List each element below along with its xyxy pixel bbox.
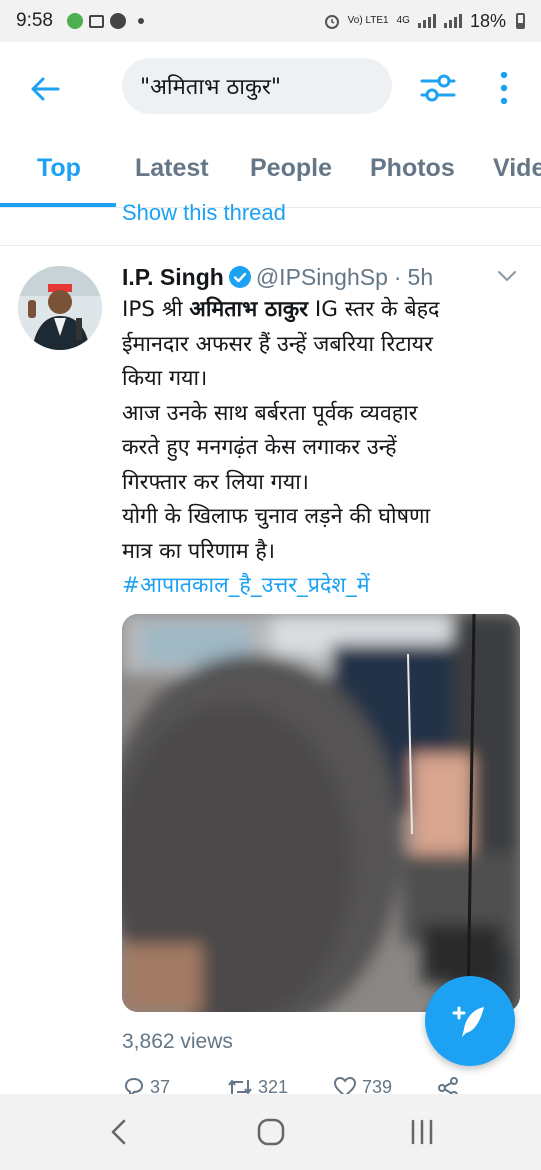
- tweet-line: किया गया।: [122, 366, 208, 391]
- tweet-line: मात्र का परिणाम है।: [122, 538, 275, 564]
- nav-home-icon[interactable]: [251, 1116, 291, 1148]
- notification-dot-icon: [137, 18, 144, 24]
- tweet-video[interactable]: [122, 614, 520, 1012]
- tweet-text-segment: IG स्तर के बेहद: [308, 297, 440, 322]
- tweet-divider: [0, 224, 541, 246]
- tweet-line: योगी के खिलाफ चुनाव लड़ने की घोषणा: [122, 504, 431, 529]
- tweet-line: गिरफ्तार कर लिया गया।: [122, 469, 309, 495]
- tweet-text-segment: IPS श्री: [122, 297, 190, 322]
- more-vertical-icon[interactable]: [494, 68, 514, 108]
- avatar-image: [18, 266, 102, 350]
- compose-feather-icon: [452, 1006, 484, 1037]
- avatar[interactable]: [18, 266, 102, 350]
- alarm-icon: [324, 15, 339, 29]
- tweet-highlight: अमिताभ ठाकुर: [189, 297, 309, 322]
- video-frame: [122, 614, 520, 1012]
- gallery-icon: [88, 14, 104, 28]
- show-thread-link[interactable]: Show this thread: [122, 196, 286, 224]
- filter-icon[interactable]: [418, 68, 458, 108]
- compose-tweet-button[interactable]: [425, 976, 515, 1066]
- tweet-line: करते हुए मनगढ़ंत केस लगाकर उन्हें: [122, 435, 397, 460]
- battery-level: 18%: [469, 10, 506, 31]
- tweet-line: आज उनके साथ बर्बरता पूर्वक व्यवहार: [122, 400, 418, 426]
- verified-badge-icon: [228, 266, 251, 288]
- status-indicators: Vo) LTE1 4G 18%: [324, 11, 525, 32]
- separator-dot: ·: [393, 263, 402, 290]
- tab-latest[interactable]: Latest: [135, 154, 209, 183]
- search-query: "अमिताभ ठाकुर": [140, 75, 281, 100]
- author-name[interactable]: I.P. Singh: [122, 264, 224, 291]
- battery-icon: [516, 13, 525, 29]
- tab-photos[interactable]: Photos: [370, 154, 455, 183]
- search-header: "अमिताभ ठाकुर": [0, 42, 541, 134]
- network-type: 4G: [396, 15, 410, 26]
- messenger-icon: [109, 13, 126, 29]
- show-thread-label: Show this thread: [122, 200, 286, 224]
- chevron-down-icon[interactable]: [496, 268, 518, 284]
- tab-people[interactable]: People: [250, 154, 332, 183]
- network-label: Vo) LTE1: [347, 15, 389, 26]
- back-arrow-icon[interactable]: [28, 72, 62, 106]
- status-bar: 9:58 Vo) LTE1 4G 18%: [0, 0, 541, 42]
- nav-back-icon[interactable]: [100, 1116, 140, 1148]
- tweet-line: ईमानदार अफसर हैं उन्हें जबरिया रिटायर: [122, 331, 433, 357]
- nav-recents-icon[interactable]: [402, 1116, 442, 1148]
- tweet-line: IPS श्री अमिताभ ठाकुर IG स्तर के बेहद: [122, 293, 512, 328]
- tab-videos[interactable]: Vide: [493, 154, 541, 183]
- tweet-header: I.P. Singh @IPSinghSp · 5h: [122, 262, 433, 292]
- hashtag-link[interactable]: #आपातकाल_है_उत्तर_प्रदेश_में: [122, 569, 512, 604]
- system-navigation-bar: [0, 1094, 541, 1170]
- signal-icon-2: [443, 14, 462, 28]
- status-time: 9:58: [16, 10, 53, 31]
- tab-top[interactable]: Top: [37, 154, 81, 183]
- tweet-text: IPS श्री अमिताभ ठाकुर IG स्तर के बेहद ईम…: [122, 293, 512, 604]
- author-handle[interactable]: @IPSinghSp: [256, 264, 388, 291]
- view-count: 3,862 views: [122, 1030, 233, 1053]
- tweet-time: 5h: [407, 263, 434, 290]
- search-input[interactable]: "अमिताभ ठाकुर": [122, 58, 392, 114]
- active-tab-indicator: [0, 203, 116, 207]
- activity-icon: [66, 13, 83, 29]
- signal-icon: [417, 14, 436, 28]
